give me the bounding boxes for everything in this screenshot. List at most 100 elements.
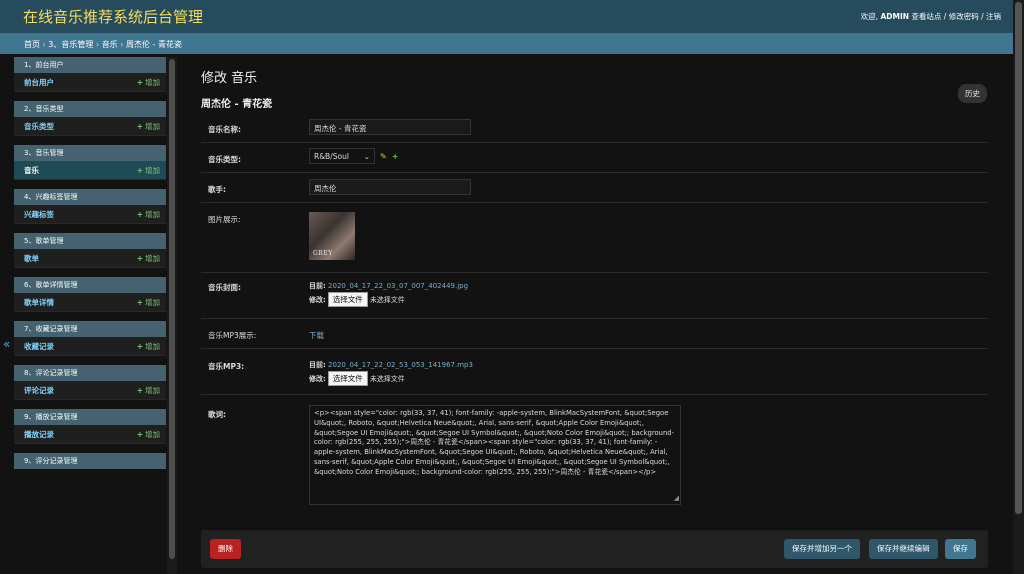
plus-icon: + bbox=[136, 165, 143, 175]
module-caption[interactable]: 8、评论记录管理 bbox=[14, 365, 166, 381]
module-caption[interactable]: 2、音乐类型 bbox=[14, 101, 166, 117]
add-link[interactable]: + 增加 bbox=[137, 341, 160, 352]
field-row-mp3-show: 音乐MP3展示: 下载 bbox=[201, 319, 988, 349]
user-tools: 欢迎, ADMIN 查看站点 / 修改密码 / 注销 bbox=[861, 11, 1001, 22]
sidebar-item-comments[interactable]: 评论记录 + 增加 bbox=[14, 381, 166, 400]
module-caption[interactable]: 4、兴趣标签管理 bbox=[14, 189, 166, 205]
chevron-down-icon: ⌄ bbox=[363, 151, 370, 161]
sidebar-nav: 1、前台用户 前台用户 + 增加 2、音乐类型 音乐类型 + 增加 3、音乐管理 音… bbox=[14, 57, 166, 574]
lyrics-textarea[interactable]: <p><span style="color: rgb(33, 37, 41); … bbox=[309, 405, 681, 505]
mp3-file-link[interactable]: 2020_04_17_22_02_53_053_141967.mp3 bbox=[328, 361, 473, 369]
module-plays: 9、播放记录管理 播放记录 + 增加 bbox=[14, 409, 166, 444]
module-playlist-details: 6、歌单详情管理 歌单详情 + 增加 bbox=[14, 277, 166, 312]
scrollbar-thumb[interactable] bbox=[169, 59, 175, 559]
save-button[interactable]: 保存 bbox=[945, 539, 976, 559]
sidebar-item-label[interactable]: 歌单详情 bbox=[24, 297, 54, 308]
sidebar-item-frontend-users[interactable]: 前台用户 + 增加 bbox=[14, 73, 166, 92]
module-caption[interactable]: 5、歌单管理 bbox=[14, 233, 166, 249]
save-continue-button[interactable]: 保存并继续编辑 bbox=[869, 539, 938, 559]
field-row-lyrics: 歌词: <p><span style="color: rgb(33, 37, 4… bbox=[201, 395, 988, 511]
field-row-image: 图片展示: GREY bbox=[201, 203, 988, 273]
name-input[interactable]: 周杰伦 - 青花瓷 bbox=[309, 119, 471, 135]
type-select[interactable]: R&B/Soul ⌄ bbox=[309, 148, 375, 164]
choose-file-button[interactable]: 选择文件 bbox=[327, 371, 368, 386]
add-label: 增加 bbox=[145, 165, 160, 175]
module-music: 3、音乐管理 音乐 + 增加 bbox=[14, 145, 166, 180]
save-add-another-button[interactable]: 保存并增加另一个 bbox=[784, 539, 860, 559]
module-caption[interactable]: 1、前台用户 bbox=[14, 57, 166, 73]
plus-icon[interactable]: + bbox=[392, 152, 399, 161]
breadcrumb-home[interactable]: 首页 bbox=[24, 40, 40, 49]
scrollbar-thumb[interactable] bbox=[1015, 2, 1022, 514]
add-link[interactable]: + 增加 bbox=[137, 209, 160, 220]
site-header: 在线音乐推荐系统后台管理 欢迎, ADMIN 查看站点 / 修改密码 / 注销 bbox=[0, 0, 1024, 33]
pencil-icon[interactable]: ✎ bbox=[380, 152, 387, 161]
add-link[interactable]: + 增加 bbox=[137, 165, 160, 176]
module-frontend-users: 1、前台用户 前台用户 + 增加 bbox=[14, 57, 166, 92]
singer-input[interactable]: 周杰伦 bbox=[309, 179, 471, 195]
sidebar-item-label[interactable]: 前台用户 bbox=[24, 77, 54, 88]
module-caption[interactable]: 7、收藏记录管理 bbox=[14, 321, 166, 337]
sidebar-item-label[interactable]: 收藏记录 bbox=[24, 341, 54, 352]
plus-icon: + bbox=[136, 209, 143, 219]
sidebar-item-playlists[interactable]: 歌单 + 增加 bbox=[14, 249, 166, 268]
plus-icon: + bbox=[136, 253, 143, 263]
field-row-mp3: 音乐MP3: 目前: 2020_04_17_22_02_53_053_14196… bbox=[201, 349, 988, 395]
breadcrumb-app[interactable]: 3、音乐管理 bbox=[48, 40, 93, 49]
sidebar-item-label[interactable]: 评论记录 bbox=[24, 385, 54, 396]
sidebar-item-label[interactable]: 音乐类型 bbox=[24, 121, 54, 132]
no-file-text: 未选择文件 bbox=[369, 296, 405, 304]
breadcrumb-separator: › bbox=[93, 40, 102, 49]
module-playlists: 5、歌单管理 歌单 + 增加 bbox=[14, 233, 166, 268]
add-label: 增加 bbox=[145, 297, 160, 307]
breadcrumb-separator: › bbox=[117, 40, 126, 49]
submit-row: 删除 保存并增加另一个 保存并继续编辑 保存 bbox=[201, 530, 988, 568]
add-link[interactable]: + 增加 bbox=[137, 253, 160, 264]
sidebar-item-music-types[interactable]: 音乐类型 + 增加 bbox=[14, 117, 166, 136]
field-label: 图片展示: bbox=[208, 215, 241, 224]
collapse-sidebar-icon[interactable]: « bbox=[3, 337, 10, 351]
sidebar-item-music[interactable]: 音乐 + 增加 bbox=[14, 161, 166, 180]
sidebar-item-label[interactable]: 歌单 bbox=[24, 253, 39, 264]
module-caption[interactable]: 9、评分记录管理 bbox=[14, 453, 166, 469]
sidebar-scrollbar[interactable] bbox=[167, 57, 177, 574]
sidebar-item-label[interactable]: 兴趣标签 bbox=[24, 209, 54, 220]
breadcrumb-current: 周杰伦 - 青花瓷 bbox=[125, 40, 182, 49]
sidebar-item-plays[interactable]: 播放记录 + 增加 bbox=[14, 425, 166, 444]
field-row-cover: 音乐封面: 目前: 2020_04_17_22_03_07_007_402449… bbox=[201, 273, 988, 319]
add-link[interactable]: + 增加 bbox=[137, 297, 160, 308]
sidebar-item-playlist-details[interactable]: 歌单详情 + 增加 bbox=[14, 293, 166, 312]
field-row-type: 音乐类型: R&B/Soul ⌄ ✎ + bbox=[201, 143, 988, 173]
site-brand[interactable]: 在线音乐推荐系统后台管理 bbox=[23, 6, 203, 27]
module-comments: 8、评论记录管理 评论记录 + 增加 bbox=[14, 365, 166, 400]
module-caption[interactable]: 6、歌单详情管理 bbox=[14, 277, 166, 293]
add-label: 增加 bbox=[145, 429, 160, 439]
choose-file-button[interactable]: 选择文件 bbox=[327, 292, 368, 307]
cover-file-link[interactable]: 2020_04_17_22_03_07_007_402449.jpg bbox=[328, 282, 468, 290]
delete-button[interactable]: 删除 bbox=[210, 539, 241, 559]
plus-icon: + bbox=[136, 341, 143, 351]
add-link[interactable]: + 增加 bbox=[137, 429, 160, 440]
current-label: 目前: bbox=[309, 361, 326, 369]
page-scrollbar[interactable] bbox=[1013, 0, 1024, 574]
sidebar-item-favorites[interactable]: 收藏记录 + 增加 bbox=[14, 337, 166, 356]
resize-grip-icon[interactable]: ◢ bbox=[674, 494, 679, 504]
sidebar-item-interest-tags[interactable]: 兴趣标签 + 增加 bbox=[14, 205, 166, 224]
cover-image: GREY bbox=[309, 212, 355, 260]
add-link[interactable]: + 增加 bbox=[137, 77, 160, 88]
object-title: 周杰伦 - 青花瓷 bbox=[201, 99, 273, 110]
user-links[interactable]: 查看站点 / 修改密码 / 注销 bbox=[911, 12, 1001, 21]
add-link[interactable]: + 增加 bbox=[137, 121, 160, 132]
add-label: 增加 bbox=[145, 121, 160, 131]
module-favorites: 7、收藏记录管理 收藏记录 + 增加 bbox=[14, 321, 166, 356]
breadcrumb-model[interactable]: 音乐 bbox=[102, 40, 118, 49]
add-link[interactable]: + 增加 bbox=[137, 385, 160, 396]
download-link[interactable]: 下载 bbox=[309, 331, 324, 340]
add-label: 增加 bbox=[145, 77, 160, 87]
plus-icon: + bbox=[136, 77, 143, 87]
sidebar-item-label[interactable]: 音乐 bbox=[24, 165, 39, 176]
history-button[interactable]: 历史 bbox=[958, 84, 987, 103]
module-caption[interactable]: 3、音乐管理 bbox=[14, 145, 166, 161]
module-caption[interactable]: 9、播放记录管理 bbox=[14, 409, 166, 425]
sidebar-item-label[interactable]: 播放记录 bbox=[24, 429, 54, 440]
